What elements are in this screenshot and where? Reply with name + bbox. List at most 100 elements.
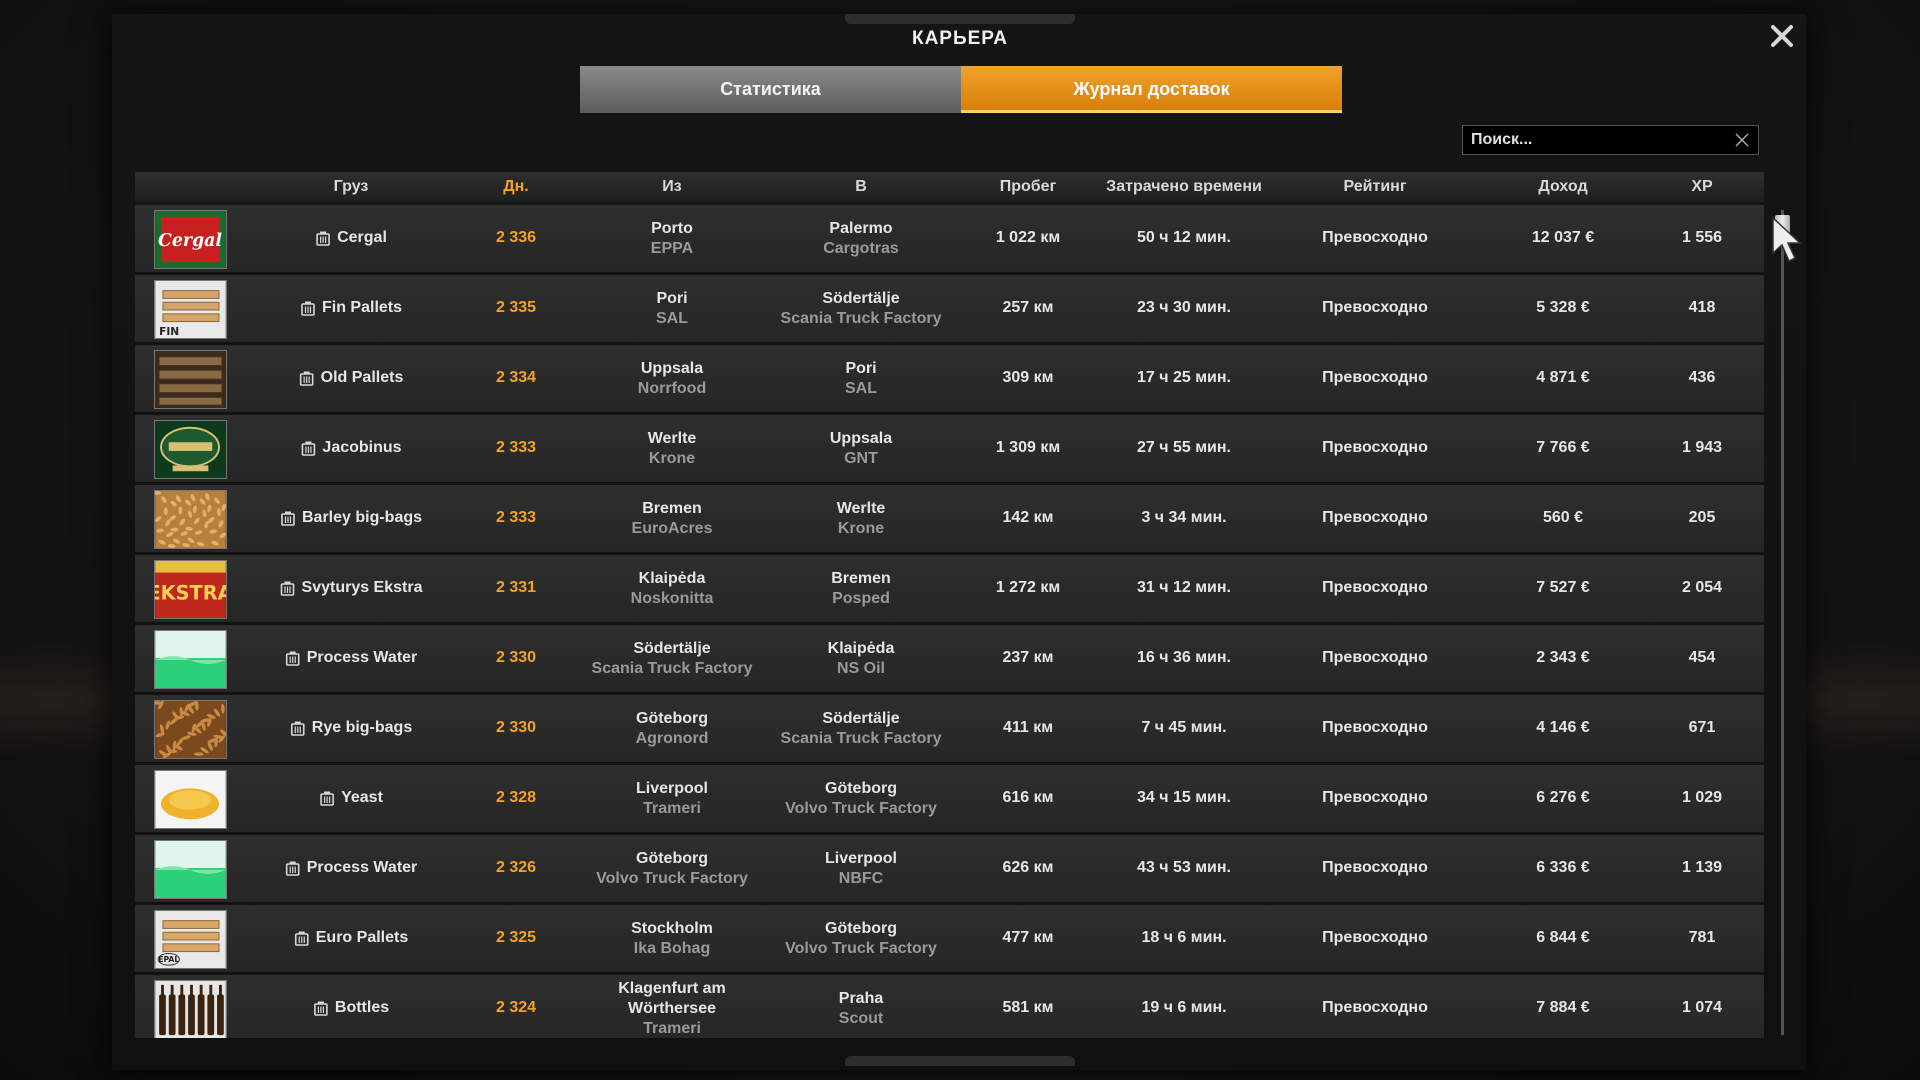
cargo-container-icon: [294, 931, 309, 946]
delivery-row[interactable]: FIN Fin Pallets 2 335 Pori SAL Södertälje Scan…: [135, 275, 1764, 345]
delivery-row[interactable]: Yeast 2 328 Liverpool Trameri Göteborg Volvo …: [135, 765, 1764, 835]
to-company: SAL: [845, 380, 877, 397]
to-city: Södertälje: [822, 710, 900, 727]
cargo-cell: Process Water: [285, 859, 418, 881]
to-location: Werlte Krone: [837, 499, 886, 539]
cargo-name: Process Water: [306, 859, 418, 876]
distance-value: 477 км: [1002, 929, 1054, 946]
cargo-container-icon: [316, 231, 330, 246]
delivery-row[interactable]: Process Water 2 330 Södertälje Scania Truck…: [135, 625, 1764, 695]
cargo-name: Process Water: [306, 649, 418, 666]
delivery-row[interactable]: EPAL Euro Pallets 2 325 Stockholm Ika Bohag G…: [135, 905, 1764, 975]
income-value: 12 037 €: [1531, 229, 1595, 246]
to-company: Scout: [838, 1010, 884, 1027]
close-button[interactable]: [1768, 22, 1796, 50]
column-header-distance[interactable]: Пробег: [1000, 172, 1057, 202]
search-input[interactable]: [1463, 126, 1729, 154]
from-company: Volvo Truck Factory: [596, 870, 748, 887]
xp-value: 1 943: [1681, 439, 1723, 456]
time-value: 34 ч 15 мин.: [1137, 789, 1231, 806]
rating-value: Превосходно: [1322, 579, 1428, 596]
cargo-cell: Svyturys Ekstra: [280, 579, 423, 601]
days-value: 2 325: [495, 929, 537, 946]
rating-value: Превосходно: [1322, 509, 1428, 526]
tab-statistics[interactable]: Статистика: [580, 66, 961, 113]
rating-value: Превосходно: [1322, 719, 1428, 736]
from-location: Stockholm Ika Bohag: [631, 919, 713, 959]
to-city: Klaipėda: [827, 640, 895, 657]
from-city: Werlte: [647, 430, 697, 447]
to-company: Cargotras: [823, 240, 899, 257]
mouse-cursor-icon: [1772, 216, 1802, 263]
time-value: 19 ч 6 мин.: [1141, 999, 1227, 1016]
delivery-row[interactable]: EKSTRA Svyturys Ekstra 2 331 Klaipėda Noskon…: [135, 555, 1764, 625]
to-location: Palermo Cargotras: [823, 219, 899, 259]
to-city: Uppsala: [829, 430, 893, 447]
income-value: 6 844 €: [1536, 929, 1590, 946]
from-city: Stockholm: [631, 920, 713, 937]
time-value: 3 ч 34 мин.: [1141, 509, 1227, 526]
distance-value: 616 км: [1002, 789, 1054, 806]
from-location: Klaipėda Noskonitta: [631, 569, 714, 609]
from-company: Ika Bohag: [633, 940, 711, 957]
delivery-row[interactable]: Process Water 2 326 Göteborg Volvo Truck Fa…: [135, 835, 1764, 905]
income-value: 7 527 €: [1536, 579, 1590, 596]
days-value: 2 328: [495, 789, 537, 806]
time-value: 31 ч 12 мин.: [1137, 579, 1231, 596]
cargo-thumbnail: [154, 700, 227, 759]
delivery-row[interactable]: Rye big-bags 2 330 Göteborg Agronord Södertä…: [135, 695, 1764, 765]
column-header-rating[interactable]: Рейтинг: [1343, 172, 1406, 202]
cargo-container-icon: [281, 511, 295, 526]
income-value: 2 343 €: [1536, 649, 1590, 666]
cargo-name: Yeast: [341, 789, 383, 806]
days-value: 2 333: [495, 509, 537, 526]
column-header-income[interactable]: Доход: [1538, 172, 1587, 202]
days-value: 2 331: [495, 579, 537, 596]
to-city: Göteborg: [825, 780, 897, 797]
svg-text:EKSTRA: EKSTRA: [155, 582, 226, 605]
cargo-name: Bottles: [334, 999, 390, 1016]
cargo-cell: Process Water: [285, 649, 418, 671]
column-header-from[interactable]: Из: [662, 172, 681, 202]
from-city: Bremen: [642, 500, 702, 517]
delivery-row[interactable]: Old Pallets 2 334 Uppsala Norrfood Pori SAL 30…: [135, 345, 1764, 415]
cargo-container-icon: [280, 581, 295, 596]
column-header-to[interactable]: В: [855, 172, 867, 202]
delivery-row[interactable]: Bottles 2 324 Klagenfurt am Wörthersee Trame…: [135, 975, 1764, 1038]
from-location: Göteborg Volvo Truck Factory: [596, 849, 748, 889]
time-value: 50 ч 12 мин.: [1137, 229, 1231, 246]
clear-search-icon[interactable]: [1734, 132, 1750, 148]
scrollbar-track[interactable]: [1781, 210, 1784, 1035]
time-value: 16 ч 36 мин.: [1137, 649, 1231, 666]
delivery-row[interactable]: Barley big-bags 2 333 Bremen EuroAcres Werlt…: [135, 485, 1764, 555]
column-header-xp[interactable]: XP: [1691, 172, 1712, 202]
from-company: EPPA: [650, 240, 694, 257]
income-value: 5 328 €: [1536, 299, 1590, 316]
from-company: EuroAcres: [631, 520, 713, 537]
column-header-cargo[interactable]: Груз: [334, 172, 369, 202]
cargo-thumbnail: EKSTRA: [154, 560, 227, 619]
from-location: Pori SAL: [656, 289, 688, 329]
delivery-row[interactable]: Jacobinus 2 333 Werlte Krone Uppsala GNT 1 309…: [135, 415, 1764, 485]
delivery-row[interactable]: Cergal Cergal 2 336 Porto EPPA Palermo Cargotr…: [135, 205, 1764, 275]
tab-delivery-log[interactable]: Журнал доставок: [961, 66, 1342, 113]
window-title: КАРЬЕРА: [911, 28, 1009, 49]
from-location: Södertälje Scania Truck Factory: [592, 639, 753, 679]
column-header-time[interactable]: Затрачено времени: [1106, 172, 1262, 202]
cargo-name: Svyturys Ekstra: [301, 579, 423, 596]
cargo-container-icon: [301, 441, 316, 456]
from-location: Porto EPPA: [651, 219, 693, 259]
xp-value: 671: [1688, 719, 1716, 736]
to-company: GNT: [844, 450, 878, 467]
income-value: 7 766 €: [1536, 439, 1590, 456]
from-city-cont: Wörthersee: [627, 1000, 717, 1017]
cargo-thumbnail: [154, 630, 227, 689]
column-header-days[interactable]: Дн.: [503, 172, 529, 202]
to-company: Krone: [837, 520, 885, 537]
time-value: 43 ч 53 мин.: [1137, 859, 1231, 876]
rating-value: Превосходно: [1322, 859, 1428, 876]
cargo-cell: Cergal: [315, 229, 387, 251]
from-location: Liverpool Trameri: [636, 779, 708, 819]
svg-text:Cergal: Cergal: [158, 231, 222, 251]
from-location: Uppsala Norrfood: [638, 359, 706, 399]
